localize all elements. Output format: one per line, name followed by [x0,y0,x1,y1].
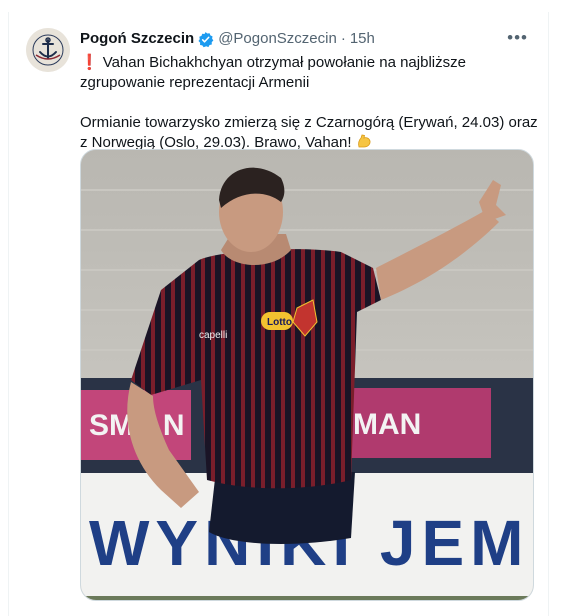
tweet-line-1: Vahan Bichakhchyan otrzymał powołanie na… [80,54,466,91]
tweet-photo[interactable]: SM AN MAN WYNIKI JEM Lotto capelli [80,149,534,601]
tweet-paragraph-1: ❗ Vahan Bichakhchyan otrzymał powołanie n… [80,53,540,93]
tweet-line-2: Ormianie towarzysko zmierzą się z Czarno… [80,114,538,151]
verified-badge-icon [197,31,214,48]
tweet-card[interactable]: Pogoń Szczecin @PogonSzczecin · 15h ••• … [8,12,549,616]
shirt-sponsor-text: Lotto [267,317,292,328]
more-options-button[interactable]: ••• [507,29,528,47]
armenia-flag-icon [313,76,331,88]
player-photo: SM AN MAN WYNIKI JEM Lotto capelli [81,150,533,600]
tweet-header: Pogoń Szczecin @PogonSzczecin · 15h ••• [80,29,528,49]
tweet-text: ❗ Vahan Bichakhchyan otrzymał powołanie n… [80,53,540,153]
anchor-crest-icon [26,28,70,72]
author-handle[interactable]: @PogonSzczecin [218,29,337,49]
shirt-brand-text: capelli [199,330,227,341]
tweet-timestamp[interactable]: 15h [350,29,375,49]
ad-board-right-text: MAN [353,408,421,441]
author-name[interactable]: Pogoń Szczecin [80,29,194,49]
exclamation-icon: ❗ [80,54,99,71]
tweet-paragraph-2: Ormianie towarzysko zmierzą się z Czarno… [80,113,540,153]
separator-dot: · [340,30,346,47]
author-avatar[interactable] [26,28,70,72]
